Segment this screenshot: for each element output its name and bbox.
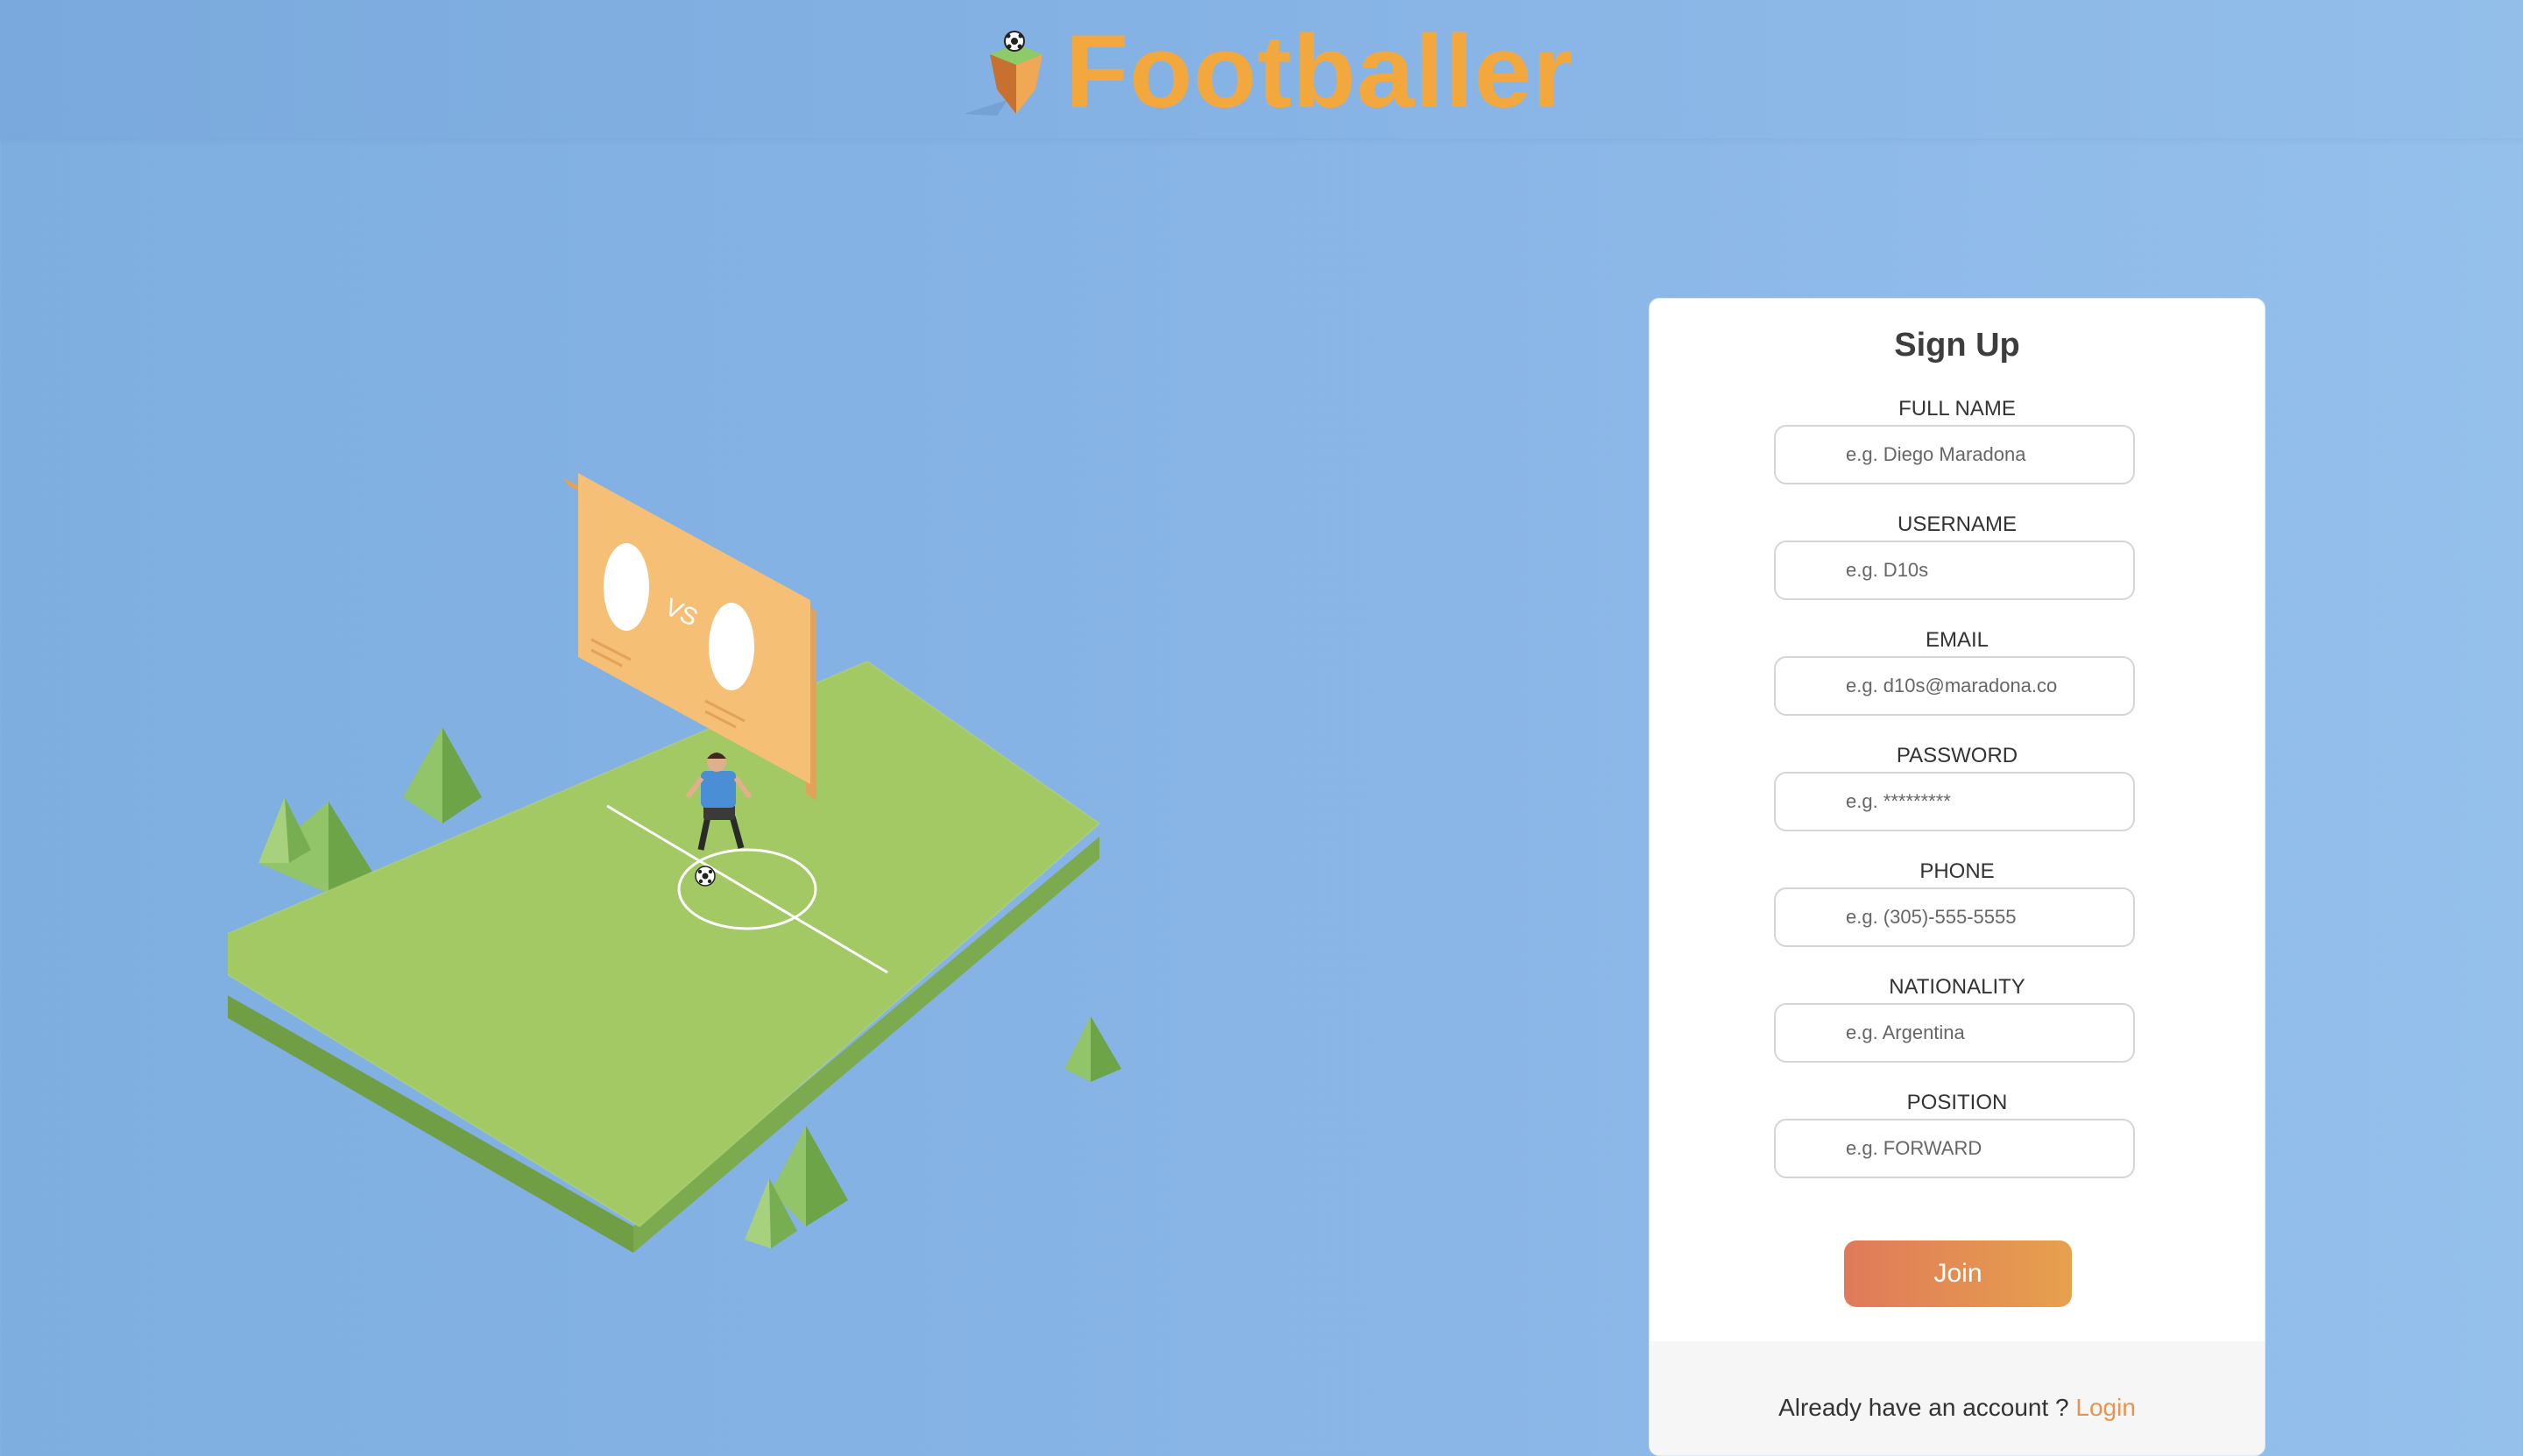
tree-icon — [403, 727, 482, 823]
signup-title: Sign Up — [1894, 327, 2020, 364]
full-name-label: FULL NAME — [1898, 397, 2016, 421]
signup-form-card: Sign Up FULL NAME USERNAME EMAIL PASSWOR… — [1649, 298, 2265, 1456]
username-input[interactable] — [1774, 541, 2135, 600]
signup-footer: Already have an account ? Login — [1650, 1341, 2265, 1455]
soccer-ball-icon — [695, 866, 716, 887]
phone-label: PHONE — [1919, 859, 1995, 883]
football-pitch-cube-icon — [964, 31, 1042, 116]
position-input[interactable] — [1774, 1119, 2135, 1178]
brand-name: Footballer — [1065, 14, 1574, 130]
username-label: USERNAME — [1897, 512, 2018, 536]
tree-icon — [1064, 1016, 1121, 1082]
login-prompt: Already have an account ? Login — [1650, 1394, 2265, 1422]
nationality-input[interactable] — [1774, 1003, 2135, 1063]
phone-input[interactable] — [1774, 887, 2135, 947]
brand-logo-link[interactable]: Footballer — [955, 19, 1573, 124]
password-label: PASSWORD — [1896, 744, 2018, 767]
email-label: EMAIL — [1925, 628, 1989, 652]
pitch — [228, 660, 1101, 1253]
password-input[interactable] — [1774, 772, 2135, 831]
join-button[interactable]: Join — [1844, 1240, 2072, 1307]
email-input[interactable] — [1774, 656, 2135, 716]
nationality-label: NATIONALITY — [1889, 975, 2025, 999]
full-name-input[interactable] — [1774, 425, 2135, 484]
login-prompt-text: Already have an account ? — [1778, 1394, 2069, 1421]
login-link[interactable]: Login — [2075, 1394, 2136, 1421]
position-label: POSITION — [1906, 1091, 2008, 1114]
isometric-football-pitch-illustration: VS — [228, 473, 1121, 1253]
